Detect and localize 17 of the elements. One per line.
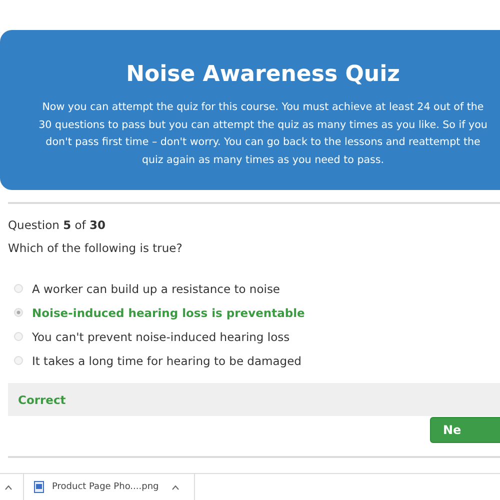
quiz-title: Noise Awareness Quiz [126,62,400,87]
radio-button[interactable] [14,356,23,365]
download-item[interactable]: Product Page Pho....png [23,474,195,500]
quiz-description: Now you can attempt the quiz for this course. You must achieve at least 24 out of the 30 questions to pass but you can attempt the quiz as many times as you like. So if you don't pass first time – don't worry. You can go back to the lessons and reattempt the quiz again as many times as you need to pass. [38,100,488,168]
radio-button[interactable] [14,284,23,293]
chevron-up-icon[interactable] [5,484,12,490]
answer-option[interactable]: It takes a long time for hearing to be damaged [14,352,500,369]
answer-option[interactable]: You can't prevent noise-induced hearing loss [14,328,500,345]
chevron-up-icon[interactable] [172,484,179,490]
answer-option[interactable]: Noise-induced hearing loss is preventable [14,304,500,321]
radio-button[interactable] [14,308,23,317]
radio-button[interactable] [14,332,23,341]
file-icon [34,481,44,493]
question-counter: Question 5 of 30 [8,218,107,232]
question-text: Which of the following is true? [8,241,184,255]
feedback-text: Correct [18,392,66,406]
answer-option[interactable]: A worker can build up a resistance to noise [14,280,500,297]
